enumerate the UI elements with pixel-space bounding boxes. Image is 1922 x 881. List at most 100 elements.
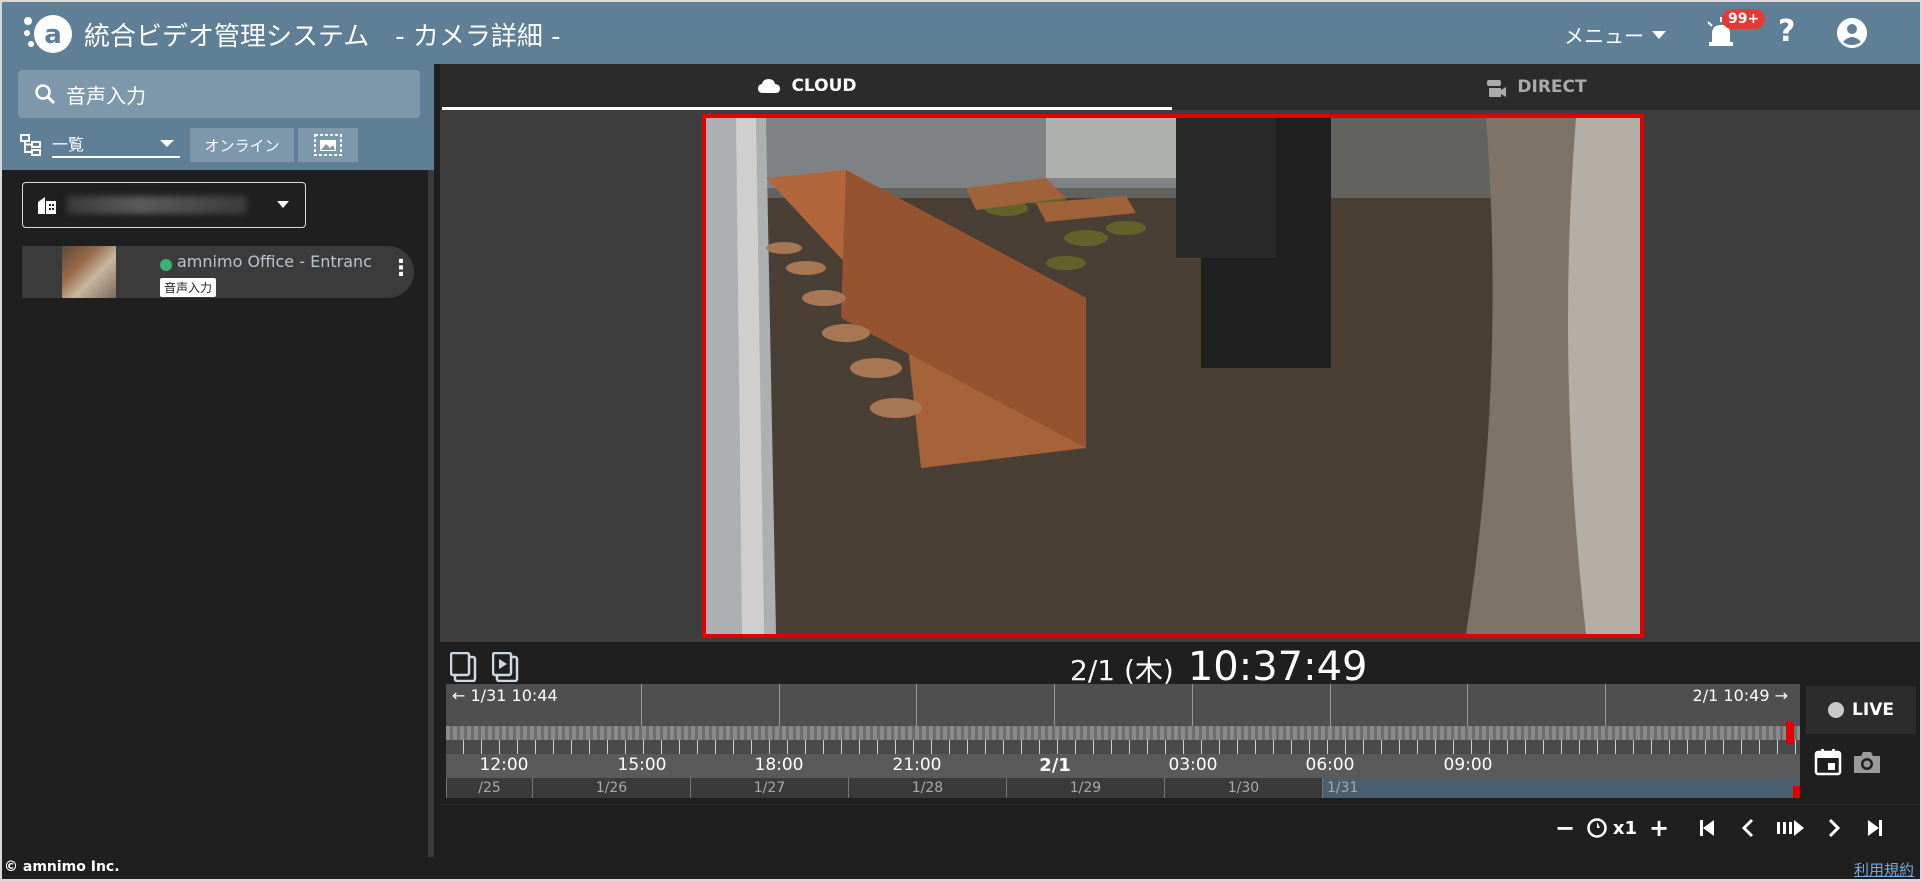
snapshot-camera-icon[interactable] (1852, 748, 1882, 776)
online-status-dot (160, 259, 172, 271)
timeline-gridline (779, 684, 780, 726)
svg-text:a: a (44, 20, 62, 50)
online-filter-button[interactable]: オンライン (190, 128, 294, 162)
hour-label: 2/1 (1039, 755, 1071, 776)
hour-label: 18:00 (754, 755, 804, 775)
day-segment[interactable]: 1/30 (1164, 778, 1322, 798)
more-vert-icon[interactable]: ⋮ (390, 256, 412, 281)
app-title: 統合ビデオ管理システム (84, 22, 370, 52)
day-segment[interactable]: 1/27 (690, 778, 848, 798)
hour-label: 12:00 (479, 755, 529, 775)
frame-play-icon[interactable] (1774, 817, 1808, 839)
camera-name: amnimo Office - Entranc (177, 252, 372, 271)
search-icon (35, 84, 56, 105)
live-button[interactable]: LIVE (1806, 686, 1916, 734)
day-segment[interactable]: 1/31 (1322, 778, 1800, 798)
timeline-gridline (1330, 684, 1331, 726)
hour-labels: 12:00 15:00 18:00 21:00 2/1 03:00 06:00 09:00 (446, 754, 1800, 778)
speed-value: x1 (1612, 817, 1638, 839)
speed-up-button[interactable]: + (1644, 811, 1674, 845)
menu-dropdown[interactable]: メニュー (1564, 20, 1666, 49)
recording-band (446, 726, 1800, 740)
page-title: 統合ビデオ管理システム - カメラ詳細 - (84, 16, 561, 53)
day-strip[interactable]: 1/31 1/30 1/29 1/28 1/27 1/26/25 (446, 778, 1800, 798)
account-icon[interactable] (1836, 17, 1868, 49)
redacted-site-name (67, 196, 247, 214)
timeline-gridline (641, 684, 642, 726)
tab-cloud-label: CLOUD (791, 75, 857, 96)
day-segment[interactable]: /25 (446, 778, 532, 798)
thumbnail-toggle-button[interactable] (298, 128, 358, 162)
skip-next-icon[interactable] (1858, 817, 1892, 839)
transport-controls: − x1 + (440, 804, 1920, 852)
range-end-value: 2/1 10:49 (1692, 686, 1770, 705)
range-end-label[interactable]: 2/1 10:49 → (1693, 686, 1788, 705)
live-label: LIVE (1852, 700, 1894, 720)
skip-previous-icon[interactable] (1690, 817, 1724, 839)
calendar-icon[interactable] (1814, 748, 1842, 776)
tree-view-icon (20, 134, 41, 156)
sidebar-filter-panel: 一覧 オンライン (2, 64, 434, 170)
header-bar: a 統合ビデオ管理システム - カメラ詳細 - メニュー 99+ ? (2, 2, 1920, 64)
app-window: a 統合ビデオ管理システム - カメラ詳細 - メニュー 99+ ? 音声入力 … (0, 0, 1922, 881)
camera-direct-icon (1487, 80, 1507, 97)
range-start-value: 1/31 10:44 (470, 686, 558, 705)
day-segment[interactable]: 1/29 (1006, 778, 1164, 798)
sidebar: 一覧 オンライン (2, 64, 434, 857)
footer: © amnimo Inc. 利用規約 (2, 857, 1920, 879)
timeline-range-area[interactable]: ← 1/31 10:44 2/1 10:49 → (446, 684, 1800, 726)
thumbnail-icon (314, 134, 342, 156)
terms-link[interactable]: 利用規約 (1854, 859, 1914, 880)
tab-direct[interactable]: DIRECT (1172, 64, 1900, 110)
speed-icon (1587, 818, 1607, 838)
hour-label: 03:00 (1168, 755, 1218, 775)
camera-tag-badge: 音声入力 (160, 278, 217, 297)
hour-label: 21:00 (892, 755, 942, 775)
amnimo-logo-icon: a (24, 15, 72, 53)
tab-direct-label: DIRECT (1517, 77, 1587, 97)
copyright-text: © amnimo Inc. (4, 859, 120, 875)
timeline-gridline (1605, 684, 1606, 726)
timeline-gridline (1192, 684, 1193, 726)
chevron-down-icon (1652, 30, 1666, 39)
day-segment[interactable]: 1/26 (532, 778, 690, 798)
notification-badge: 99+ (1722, 9, 1766, 29)
timeline-gridline (1054, 684, 1055, 726)
range-start-label[interactable]: ← 1/31 10:44 (452, 686, 558, 705)
clip-playback-icon[interactable] (492, 652, 520, 682)
day-strip-marker (1793, 786, 1800, 798)
menu-label: メニュー (1564, 24, 1644, 48)
cloud-icon (758, 78, 781, 93)
tab-cloud[interactable]: CLOUD (442, 64, 1172, 110)
playback-controls: 2/1 (木) 10:37:49 ← 1/31 10:44 2/1 10:49 →… (440, 642, 1920, 857)
building-icon (38, 197, 56, 214)
help-icon[interactable]: ? (1778, 14, 1795, 49)
view-mode-select[interactable]: 一覧 (52, 130, 180, 158)
timeline-scrubber[interactable]: ← 1/31 10:44 2/1 10:49 → 12:00 15:00 18:00… (446, 684, 1800, 778)
hour-label: 09:00 (1443, 755, 1493, 775)
playback-date: 2/1 (木) (1070, 654, 1174, 687)
timeline-gridline (916, 684, 917, 726)
search-input[interactable] (66, 82, 396, 106)
camera-list-item[interactable]: amnimo Office - Entranc 音声入力 ⋮ (22, 246, 414, 298)
timeline-gridline (1467, 684, 1468, 726)
camera-video-feed[interactable] (702, 114, 1644, 638)
stream-tabs: CLOUD DIRECT (440, 64, 1920, 110)
chevron-down-icon (160, 139, 174, 147)
site-group-select[interactable] (22, 182, 306, 228)
camera-detail-panel: CLOUD DIRECT 2/1 (木) 10:37:49 ← 1/31 10:… (440, 64, 1920, 857)
chevron-down-icon (277, 201, 289, 208)
speed-down-button[interactable]: − (1550, 811, 1580, 845)
view-mode-label: 一覧 (52, 135, 85, 154)
hour-label: 06:00 (1305, 755, 1355, 775)
clipboard-icon[interactable] (450, 652, 478, 682)
hour-label: 15:00 (617, 755, 667, 775)
page-subtitle: - カメラ詳細 - (395, 22, 561, 52)
camera-thumbnail (62, 246, 116, 298)
live-indicator-dot (1828, 702, 1845, 718)
chevron-right-icon[interactable] (1818, 817, 1848, 839)
day-segment[interactable]: 1/28 (848, 778, 1006, 798)
chevron-left-icon[interactable] (1734, 817, 1764, 839)
minute-ticks (446, 740, 1800, 754)
search-box[interactable] (18, 70, 420, 118)
